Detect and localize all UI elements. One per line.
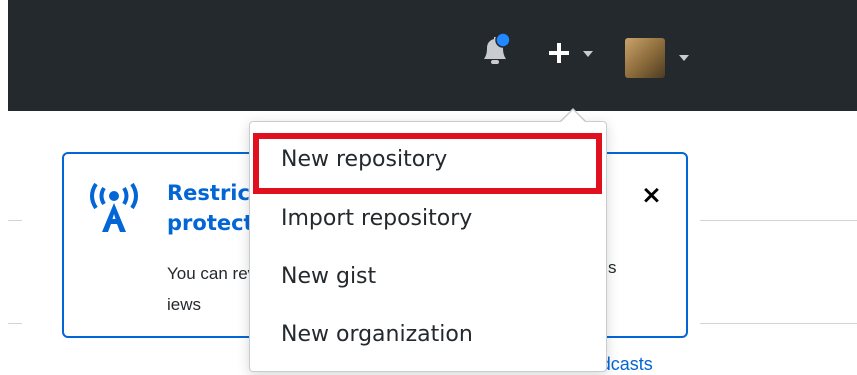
broadcast-body: You can reviews bbox=[167, 264, 257, 314]
menu-item-new-repository[interactable]: New repository bbox=[250, 132, 606, 188]
global-header bbox=[0, 0, 857, 111]
menu-item-import-repository[interactable]: Import repository bbox=[250, 191, 606, 247]
broadcast-icon bbox=[90, 182, 138, 232]
divider bbox=[700, 220, 857, 221]
divider bbox=[8, 323, 22, 324]
notification-dot bbox=[495, 32, 511, 48]
broadcast-body-tail: s bbox=[608, 258, 617, 277]
bell-icon bbox=[484, 32, 511, 64]
create-new-button[interactable] bbox=[545, 38, 597, 68]
chevron-down-icon bbox=[679, 55, 689, 61]
user-menu-button[interactable] bbox=[625, 38, 695, 78]
close-icon[interactable]: × bbox=[641, 180, 662, 209]
divider bbox=[700, 323, 857, 324]
plus-icon bbox=[549, 43, 569, 63]
notifications-button[interactable] bbox=[480, 32, 511, 68]
left-margin bbox=[0, 0, 8, 375]
menu-item-new-organization[interactable]: New organization bbox=[250, 307, 606, 363]
menu-item-new-gist[interactable]: New gist bbox=[250, 249, 606, 305]
chevron-down-icon bbox=[583, 51, 593, 57]
divider bbox=[8, 220, 22, 221]
avatar bbox=[625, 38, 665, 78]
create-dropdown-menu: New repository Import repository New gis… bbox=[249, 121, 607, 372]
dropdown-caret-fill bbox=[561, 110, 585, 122]
